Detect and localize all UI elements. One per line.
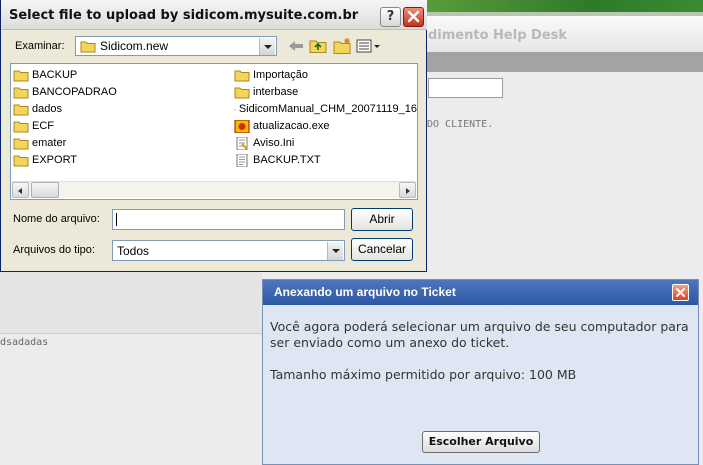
page-input[interactable] xyxy=(428,78,503,98)
close-icon xyxy=(407,10,420,23)
filetype-combo[interactable]: Todos xyxy=(112,240,345,261)
max-size-text: Tamanho máximo permitido por arquivo: 10… xyxy=(270,367,577,382)
look-in-label: Examinar: xyxy=(15,40,65,52)
ticket-attachment-dialog: Anexando um arquivo no Ticket Você agora… xyxy=(262,279,699,465)
scroll-thumb[interactable] xyxy=(31,182,59,198)
ini-file-icon xyxy=(236,136,248,150)
file-name: ECF xyxy=(32,120,54,132)
list-item[interactable]: atualizacao.exe xyxy=(234,118,329,134)
chevron-left-icon xyxy=(18,188,22,194)
filetype-dropdown-arrow[interactable] xyxy=(327,242,343,260)
list-item[interactable]: ECF xyxy=(13,118,54,134)
list-item[interactable]: EXPORT xyxy=(13,152,77,168)
folder-up-icon xyxy=(309,40,327,53)
list-item[interactable]: dados xyxy=(13,101,62,117)
new-folder-button[interactable] xyxy=(331,36,353,56)
file-name: EXPORT xyxy=(32,154,78,166)
help-button[interactable]: ? xyxy=(380,7,401,27)
text-cursor xyxy=(116,213,117,226)
file-name: interbase xyxy=(253,86,299,98)
look-in-dropdown-arrow[interactable] xyxy=(259,38,275,55)
list-item[interactable]: Aviso.Ini xyxy=(234,135,294,151)
folder-icon xyxy=(13,87,29,98)
exe-file-icon xyxy=(234,119,250,133)
scroll-left-button[interactable] xyxy=(12,182,29,198)
ticket-dialog-titlebar[interactable]: Anexando um arquivo no Ticket xyxy=(263,280,698,305)
list-item[interactable]: BACKUP xyxy=(13,67,77,83)
folder-icon xyxy=(80,41,96,53)
chevron-down-icon xyxy=(332,249,340,253)
folder-icon xyxy=(234,70,250,81)
close-icon xyxy=(676,288,685,297)
filetype-value: Todos xyxy=(117,244,150,258)
filetype-label: Arquivos do tipo: xyxy=(13,244,95,256)
view-list-icon xyxy=(356,39,380,53)
scroll-right-button[interactable] xyxy=(399,182,416,198)
text-file-icon xyxy=(236,153,248,167)
ticket-message-line-2: ser enviado como um anexo do ticket. xyxy=(270,335,510,350)
list-item[interactable]: emater xyxy=(13,135,66,151)
question-icon: ? xyxy=(386,9,395,24)
horizontal-scrollbar[interactable] xyxy=(12,181,416,198)
file-name: SidicomManual_CHM_20071119_16 xyxy=(238,103,417,115)
file-list[interactable]: BACKUP BANCOPADRAO dados ECF emater EXPO… xyxy=(10,63,418,200)
left-divider xyxy=(0,333,262,334)
file-name: BACKUP xyxy=(32,69,78,81)
back-button[interactable] xyxy=(285,36,307,56)
filename-label: Nome do arquivo: xyxy=(13,213,100,225)
folder-icon xyxy=(234,87,250,98)
file-dialog-close-button[interactable] xyxy=(403,7,424,27)
ticket-dialog-title: Anexando um arquivo no Ticket xyxy=(274,285,456,299)
list-item[interactable]: Importação xyxy=(234,67,308,83)
file-name: emater xyxy=(32,137,67,149)
view-menu-button[interactable] xyxy=(355,36,381,56)
site-header-title: dimento Help Desk xyxy=(428,28,568,43)
open-button[interactable]: Abrir xyxy=(351,208,413,231)
ticket-message-line-1: Você agora poderá selecionar um arquivo … xyxy=(270,319,689,334)
file-name: Aviso.Ini xyxy=(253,137,295,149)
list-item[interactable]: interbase xyxy=(234,84,298,100)
up-folder-button[interactable] xyxy=(307,36,329,56)
file-dialog-title: Select file to upload by sidicom.mysuite… xyxy=(9,8,359,23)
folder-icon xyxy=(13,138,29,149)
left-panel-text: dsadadas xyxy=(0,337,49,348)
arrow-left-icon xyxy=(289,41,303,51)
file-name: BANCOPADRAO xyxy=(32,86,117,98)
folder-icon xyxy=(13,70,29,81)
list-item[interactable]: BACKUP.TXT xyxy=(234,152,321,168)
file-name: dados xyxy=(32,103,62,115)
list-item[interactable]: BANCOPADRAO xyxy=(13,84,117,100)
folder-icon xyxy=(13,121,29,132)
cancel-button[interactable]: Cancelar xyxy=(351,238,413,261)
file-name: atualizacao.exe xyxy=(253,120,330,132)
new-folder-icon xyxy=(333,38,351,54)
folder-icon xyxy=(234,108,236,110)
chevron-right-icon xyxy=(406,188,410,194)
list-item[interactable]: SidicomManual_CHM_20071119_16 xyxy=(234,101,417,117)
page-toolbar xyxy=(425,52,703,72)
ticket-dialog-close-button[interactable] xyxy=(672,284,689,301)
file-dialog-titlebar[interactable]: Select file to upload by sidicom.mysuite… xyxy=(1,0,427,30)
current-folder: Sidicom.new xyxy=(100,39,169,53)
file-upload-dialog: Select file to upload by sidicom.mysuite… xyxy=(0,0,427,272)
left-panel xyxy=(0,272,262,334)
file-name: Importação xyxy=(253,69,309,81)
folder-icon xyxy=(13,155,29,166)
chevron-down-icon xyxy=(264,45,272,49)
client-label: DO CLIENTE. xyxy=(427,119,494,130)
look-in-combo[interactable]: Sidicom.new xyxy=(75,36,277,56)
filename-input[interactable] xyxy=(112,209,345,230)
choose-file-button[interactable]: Escolher Arquivo xyxy=(422,431,540,453)
site-banner xyxy=(425,0,703,12)
folder-icon xyxy=(13,104,29,115)
file-name: BACKUP.TXT xyxy=(253,154,321,166)
